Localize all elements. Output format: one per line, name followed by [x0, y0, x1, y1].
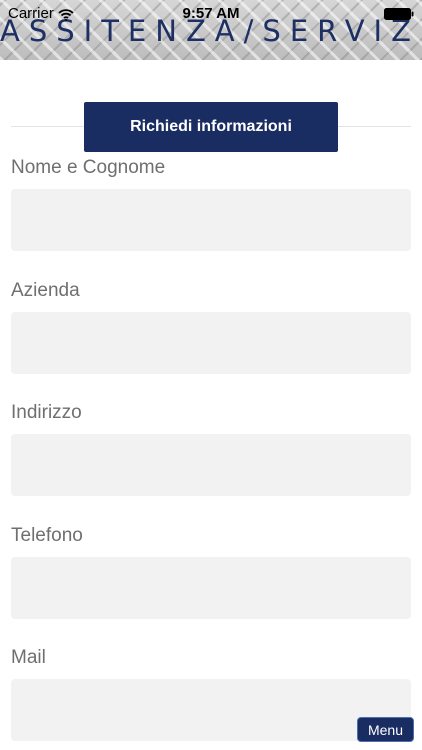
field-label-mail: Mail [11, 647, 46, 668]
screen: ASSITENZA/SERVIZI Carrier 9:57 AM Richie… [0, 0, 422, 750]
field-label-company: Azienda [11, 280, 80, 301]
form-field-company: Azienda [11, 280, 411, 374]
status-time: 9:57 AM [182, 5, 240, 22]
field-label-phone: Telefono [11, 525, 83, 546]
form-field-name: Nome e Cognome [11, 157, 411, 251]
company-input[interactable] [11, 312, 411, 374]
request-info-button[interactable]: Richiedi informazioni [84, 102, 338, 152]
battery-icon [384, 7, 414, 20]
form-field-phone: Telefono [11, 525, 411, 619]
field-label-name: Nome e Cognome [11, 157, 166, 178]
address-input[interactable] [11, 434, 411, 496]
phone-input[interactable] [11, 557, 411, 619]
status-bar: Carrier 9:57 AM [0, 0, 422, 24]
name-input[interactable] [11, 189, 411, 251]
form-field-mail: Mail [11, 647, 411, 741]
mail-input[interactable] [11, 679, 411, 741]
form-field-address: Indirizzo [11, 402, 411, 496]
field-label-address: Indirizzo [11, 402, 82, 423]
menu-button[interactable]: Menu [357, 717, 414, 742]
